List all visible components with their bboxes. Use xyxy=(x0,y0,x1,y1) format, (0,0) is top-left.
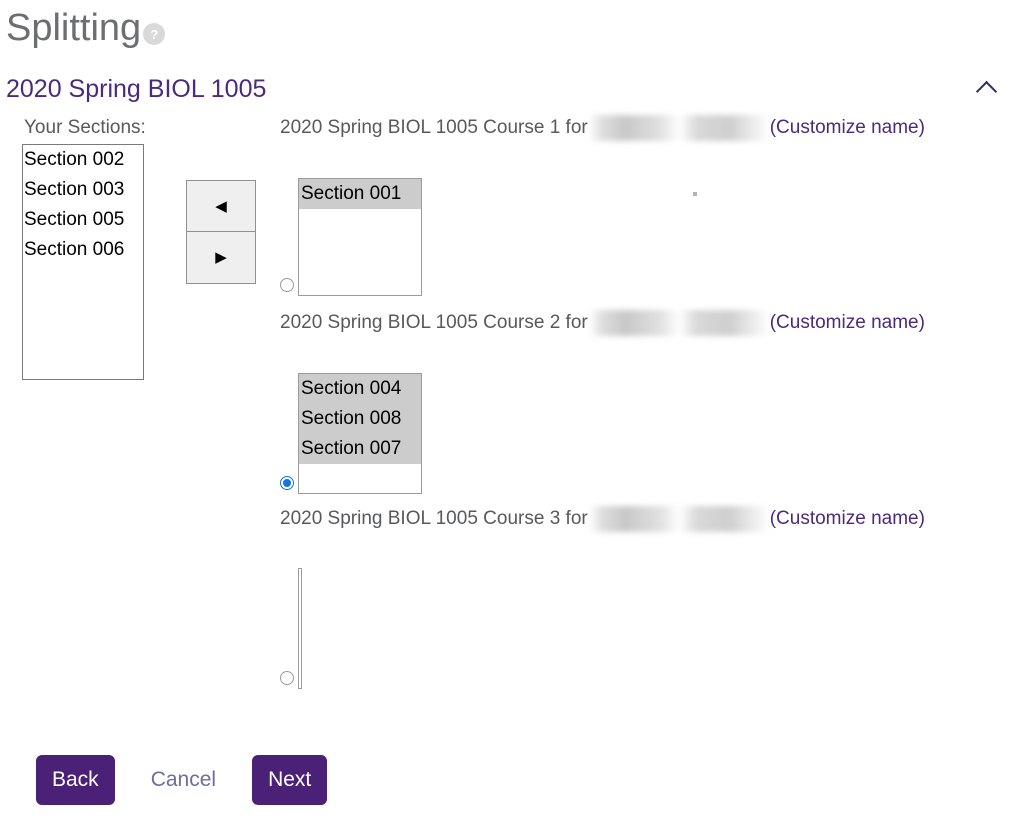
course-2-customize-name-link[interactable]: (Customize name) xyxy=(770,310,925,336)
course-3-section-row xyxy=(280,568,302,689)
decorative-dot xyxy=(693,192,697,196)
course-1-heading: 2020 Spring BIOL 1005 Course 1 for (Cust… xyxy=(280,115,925,141)
course-1-heading-text: 2020 Spring BIOL 1005 Course 1 for xyxy=(280,117,588,138)
page-title: Splitting xyxy=(6,7,142,49)
course-3-heading-text: 2020 Spring BIOL 1005 Course 3 for xyxy=(280,508,588,529)
course-2-section-option[interactable]: Section 008 xyxy=(299,404,421,434)
your-sections-option[interactable]: Section 005 xyxy=(23,205,143,235)
course-1-section-row: Section 001 xyxy=(280,178,422,296)
page-header: Splitting ? xyxy=(6,6,166,50)
course-group-title: 2020 Spring BIOL 1005 xyxy=(6,75,267,103)
course-2-section-option[interactable]: Section 007 xyxy=(299,434,421,464)
your-sections-option[interactable]: Section 006 xyxy=(23,235,143,265)
footer-actions: Back Cancel Next xyxy=(36,755,328,805)
course-3-radio[interactable] xyxy=(280,671,294,685)
course-1-radio[interactable] xyxy=(280,278,294,292)
course-3-owner-name-redacted xyxy=(588,506,769,532)
your-sections-label: Your Sections: xyxy=(24,117,146,138)
back-button[interactable]: Back xyxy=(36,755,115,805)
course-1-listbox[interactable]: Section 001 xyxy=(298,178,422,296)
your-sections-option[interactable]: Section 003 xyxy=(23,175,143,205)
chevron-up-glyph xyxy=(975,80,998,103)
your-sections-listbox[interactable]: Section 002 Section 003 Section 005 Section… xyxy=(22,144,144,380)
course-1-customize-name-link[interactable]: (Customize name) xyxy=(770,115,925,141)
chevron-up-icon[interactable] xyxy=(975,74,1003,103)
course-2-owner-name-redacted xyxy=(588,310,769,336)
next-button[interactable]: Next xyxy=(252,755,328,805)
course-3-customize-name-link[interactable]: (Customize name) xyxy=(770,506,925,532)
course-2-listbox[interactable]: Section 004 Section 008 Section 007 xyxy=(298,373,422,494)
course-2-radio[interactable] xyxy=(280,476,294,490)
course-2-section-option[interactable]: Section 004 xyxy=(299,374,421,404)
move-right-button[interactable]: ▶ xyxy=(186,232,256,284)
course-2-heading-text: 2020 Spring BIOL 1005 Course 2 for xyxy=(280,312,588,333)
cancel-button[interactable]: Cancel xyxy=(151,755,216,805)
course-3-listbox[interactable] xyxy=(298,568,302,689)
course-2-section-row: Section 004 Section 008 Section 007 xyxy=(280,373,422,494)
course-1-section-option[interactable]: Section 001 xyxy=(299,179,421,209)
course-3-heading: 2020 Spring BIOL 1005 Course 3 for (Cust… xyxy=(280,506,925,532)
course-1-owner-name-redacted xyxy=(588,115,769,141)
your-sections-option[interactable]: Section 002 xyxy=(23,145,143,175)
move-left-button[interactable]: ◀ xyxy=(186,180,256,232)
course-2-heading: 2020 Spring BIOL 1005 Course 2 for (Cust… xyxy=(280,310,925,336)
help-icon[interactable]: ? xyxy=(143,23,166,45)
transfer-button-group: ◀ ▶ xyxy=(186,180,256,284)
course-group-header: 2020 Spring BIOL 1005 xyxy=(6,74,1023,104)
